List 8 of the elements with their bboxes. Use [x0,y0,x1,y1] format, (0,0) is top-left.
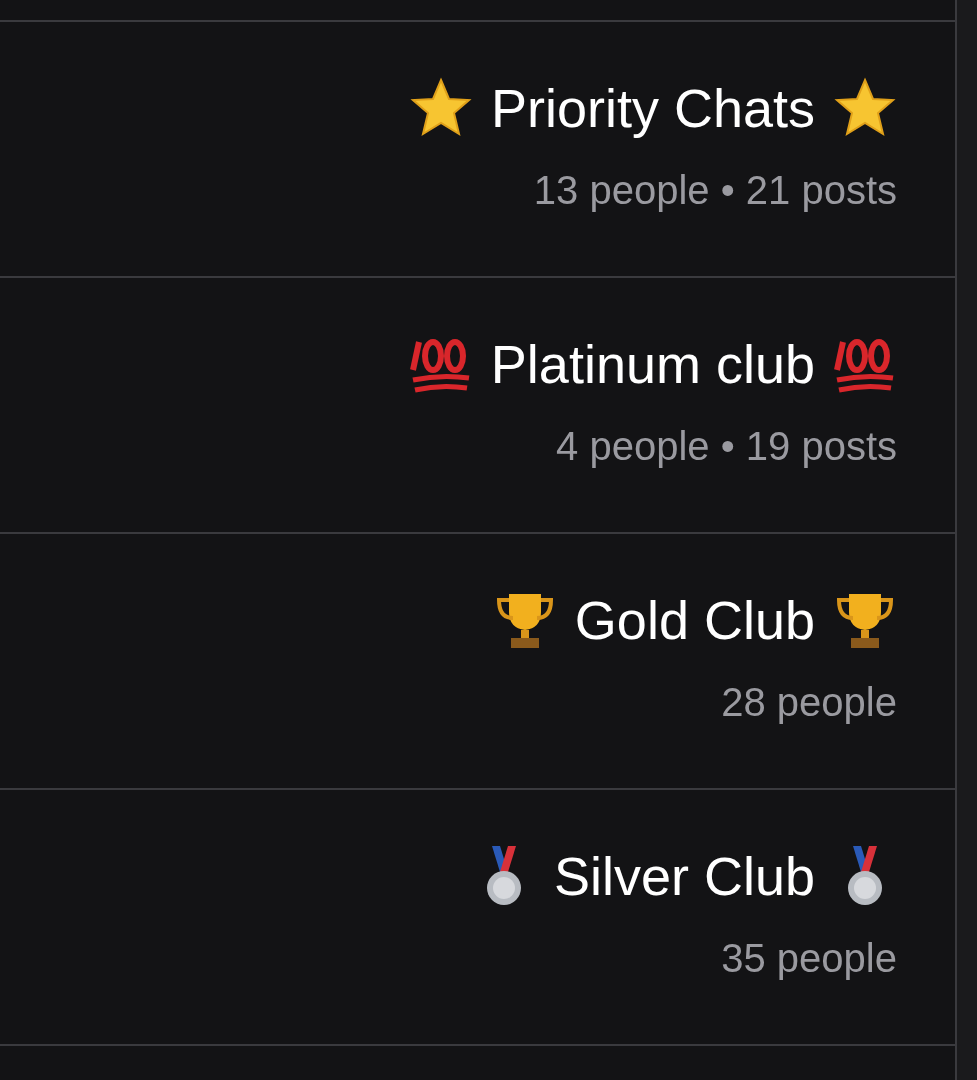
list-stats: 35 people [721,936,897,981]
list-title: Platinum club [490,333,815,395]
list-stats: 4 people • 19 posts [556,424,897,469]
list-title: Silver Club [553,845,815,907]
list-title: Priority Chats [490,77,815,139]
list-title: Gold Club [574,589,815,651]
list-stats: 13 people • 21 posts [533,168,897,213]
list-stats: 28 people [721,680,897,725]
